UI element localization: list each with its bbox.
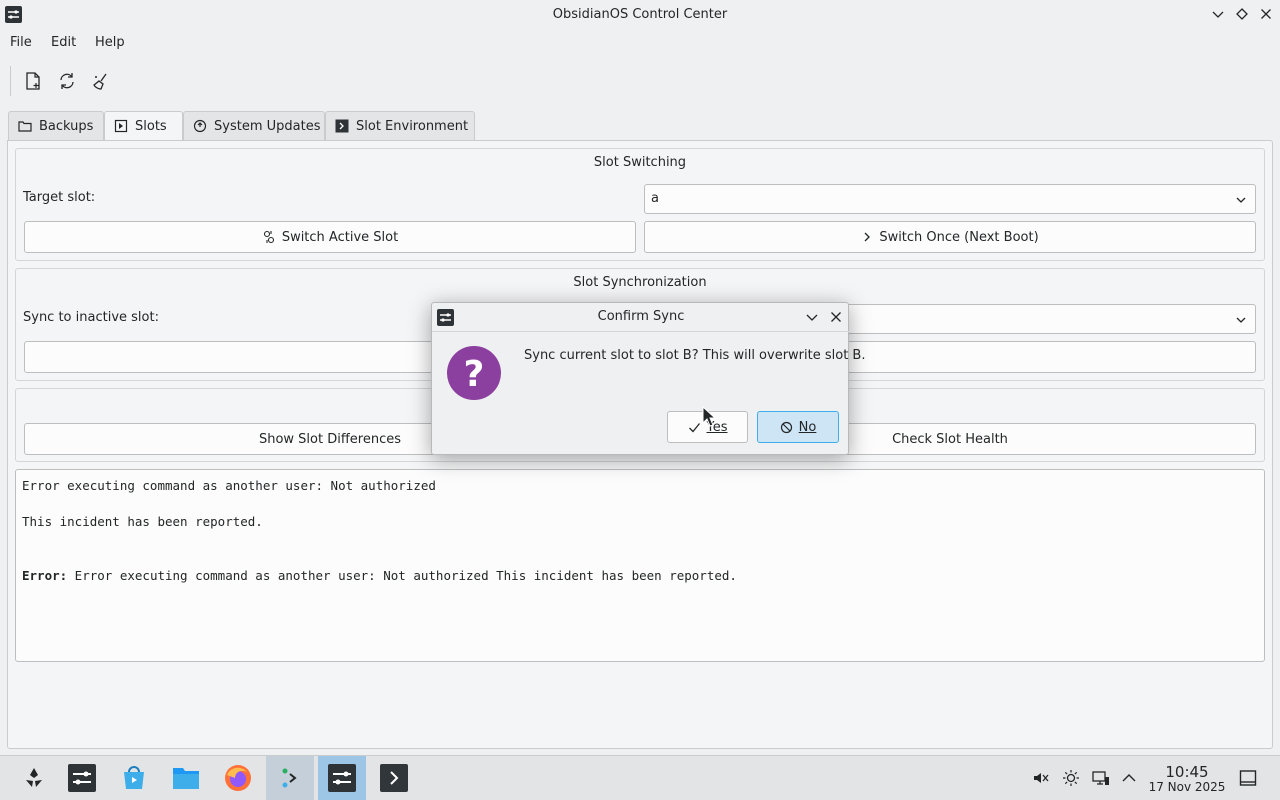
- minimize-icon[interactable]: [1210, 6, 1226, 22]
- network-icon[interactable]: [1092, 769, 1110, 787]
- tab-label: Slot Environment: [356, 119, 469, 134]
- launcher-icon[interactable]: [10, 756, 58, 800]
- checkmark-icon: [688, 421, 701, 434]
- control-center-task-icon[interactable]: [58, 756, 106, 800]
- switch-icon: [262, 230, 276, 244]
- error-prefix: Error:: [22, 568, 68, 583]
- target-slot-value: a: [651, 191, 659, 206]
- terminal-icon: [335, 119, 349, 133]
- button-label: Switch Once (Next Boot): [879, 229, 1039, 245]
- switch-once-button[interactable]: Switch Once (Next Boot): [644, 221, 1256, 253]
- tab-backups[interactable]: Backups: [8, 111, 104, 140]
- no-button[interactable]: No: [757, 411, 839, 443]
- show-desktop-icon[interactable]: [1239, 769, 1257, 787]
- tab-slots[interactable]: Slots: [104, 111, 183, 141]
- target-slot-select[interactable]: a: [644, 184, 1256, 214]
- menu-bar: [0, 29, 1280, 57]
- toolbar-separator: [10, 66, 11, 96]
- chevron-right-icon: [861, 231, 873, 243]
- chevron-down-icon: [1235, 314, 1247, 326]
- button-label: Show Slot Differences: [258, 431, 402, 447]
- window-title: ObsidianOS Control Center: [552, 7, 728, 22]
- dialog-message: Sync current slot to slot B? This will o…: [524, 348, 866, 363]
- software-store-icon[interactable]: [110, 756, 158, 800]
- tab-label: System Updates: [214, 119, 321, 134]
- close-icon[interactable]: [1258, 6, 1274, 22]
- confirm-sync-dialog: Confirm Sync ? Sync current slot to slot…: [431, 302, 866, 455]
- minimize-icon[interactable]: [804, 309, 820, 325]
- toolbar: [0, 60, 1280, 102]
- switch-active-slot-button[interactable]: Switch Active Slot: [24, 221, 636, 253]
- mouse-cursor-icon: [702, 406, 716, 428]
- target-slot-label: Target slot:: [23, 190, 96, 205]
- terminal-task-icon[interactable]: [370, 756, 418, 800]
- question-icon: ?: [447, 346, 501, 400]
- slot-icon: [114, 119, 128, 133]
- menu-edit[interactable]: Edit: [51, 35, 76, 50]
- dialog-title: Confirm Sync: [597, 309, 685, 324]
- tab-label: Slots: [135, 119, 167, 134]
- firefox-icon[interactable]: [214, 756, 262, 800]
- clock-date[interactable]: 17 Nov 2025: [1146, 780, 1228, 794]
- cancel-icon: [780, 421, 793, 434]
- slot-sync-title: Slot Synchronization: [573, 275, 707, 290]
- output-log[interactable]: Error executing command as another user:…: [15, 469, 1265, 662]
- tab-slot-environment[interactable]: Slot Environment: [325, 111, 475, 140]
- refresh-icon[interactable]: [56, 70, 78, 92]
- tab-label: Backups: [39, 119, 94, 134]
- dialog-divider: [432, 331, 850, 332]
- menu-help[interactable]: Help: [95, 35, 125, 50]
- volume-muted-icon[interactable]: [1032, 769, 1050, 787]
- update-icon: [193, 119, 207, 133]
- tab-system-updates[interactable]: System Updates: [183, 111, 325, 140]
- clock-time[interactable]: 10:45: [1150, 763, 1224, 781]
- error-text: Error executing command as another user:…: [67, 568, 737, 583]
- control-center-active-task-icon[interactable]: [318, 756, 366, 800]
- output-error-line: Error: Error executing command as anothe…: [22, 568, 737, 583]
- expand-tray-icon[interactable]: [1120, 769, 1138, 787]
- menu-file[interactable]: File: [10, 35, 32, 50]
- file-manager-icon[interactable]: [162, 756, 210, 800]
- button-label: Check Slot Health: [892, 431, 1008, 447]
- button-label: No: [798, 419, 817, 435]
- folder-icon: [18, 119, 32, 133]
- chevron-down-icon: [1235, 194, 1247, 206]
- kde-connect-task-icon[interactable]: [266, 756, 314, 800]
- output-line: Error executing command as another user:…: [22, 478, 436, 493]
- new-document-icon[interactable]: [22, 70, 44, 92]
- maximize-icon[interactable]: [1234, 6, 1250, 22]
- button-label: Switch Active Slot: [281, 229, 399, 245]
- clean-brush-icon[interactable]: [90, 70, 112, 92]
- close-icon[interactable]: [828, 309, 844, 325]
- brightness-icon[interactable]: [1062, 769, 1080, 787]
- slot-switching-title: Slot Switching: [593, 155, 687, 170]
- output-line: This incident has been reported.: [22, 514, 263, 529]
- sync-inactive-label: Sync to inactive slot:: [23, 310, 159, 325]
- svg-text:?: ?: [464, 354, 485, 395]
